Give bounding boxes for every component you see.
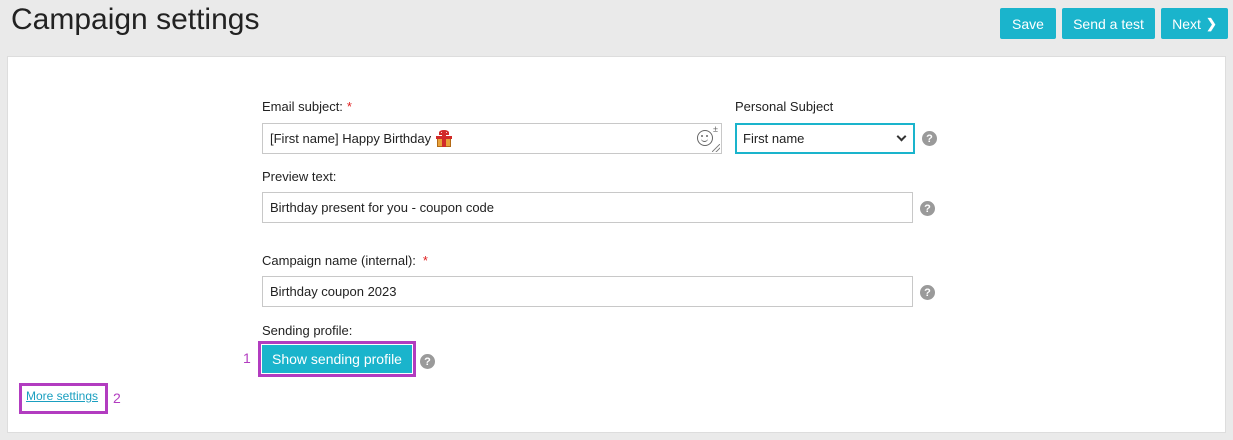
resize-handle-icon[interactable] bbox=[712, 144, 720, 152]
campaign-name-input[interactable]: Birthday coupon 2023 bbox=[262, 276, 913, 307]
email-subject-input[interactable]: [First name] Happy Birthday ± bbox=[262, 123, 722, 154]
campaign-name-value: Birthday coupon 2023 bbox=[270, 284, 397, 299]
personal-subject-select[interactable]: First name bbox=[735, 123, 915, 154]
annotation-marker-2: 2 bbox=[113, 390, 121, 406]
help-icon-sending-profile[interactable]: ? bbox=[420, 354, 435, 369]
personal-subject-label: Personal Subject bbox=[735, 99, 834, 114]
required-marker: * bbox=[422, 253, 428, 268]
preview-text-value: Birthday present for you - coupon code bbox=[270, 200, 495, 215]
show-sending-profile-button[interactable]: Show sending profile bbox=[262, 345, 412, 373]
sending-profile-label: Sending profile: bbox=[262, 323, 353, 338]
emoji-picker-icon[interactable] bbox=[697, 130, 713, 146]
campaign-name-label: Campaign name (internal): * bbox=[262, 253, 428, 268]
add-emoji-icon: ± bbox=[713, 124, 718, 134]
save-button[interactable]: Save bbox=[1000, 8, 1056, 39]
required-marker: * bbox=[346, 99, 352, 114]
settings-panel bbox=[7, 56, 1226, 433]
more-settings-link[interactable]: More settings bbox=[26, 389, 98, 403]
personal-subject-value: First name bbox=[743, 131, 805, 146]
help-icon-preview-text[interactable]: ? bbox=[920, 201, 935, 216]
preview-text-input[interactable]: Birthday present for you - coupon code bbox=[262, 192, 913, 223]
email-subject-label: Email subject: * bbox=[262, 99, 352, 114]
annotation-marker-1: 1 bbox=[243, 350, 251, 366]
email-subject-value: [First name] Happy Birthday bbox=[270, 131, 432, 146]
help-icon-personal-subject[interactable]: ? bbox=[922, 131, 937, 146]
next-label: Next bbox=[1172, 15, 1201, 32]
next-button[interactable]: Next ❯ bbox=[1161, 8, 1228, 39]
help-icon-campaign-name[interactable]: ? bbox=[920, 285, 935, 300]
chevron-right-icon: ❯ bbox=[1205, 15, 1217, 31]
preview-text-label: Preview text: bbox=[262, 169, 337, 184]
gift-icon bbox=[436, 130, 453, 147]
page-title: Campaign settings bbox=[11, 3, 260, 36]
chevron-down-icon bbox=[896, 131, 907, 142]
send-test-button[interactable]: Send a test bbox=[1062, 8, 1155, 39]
